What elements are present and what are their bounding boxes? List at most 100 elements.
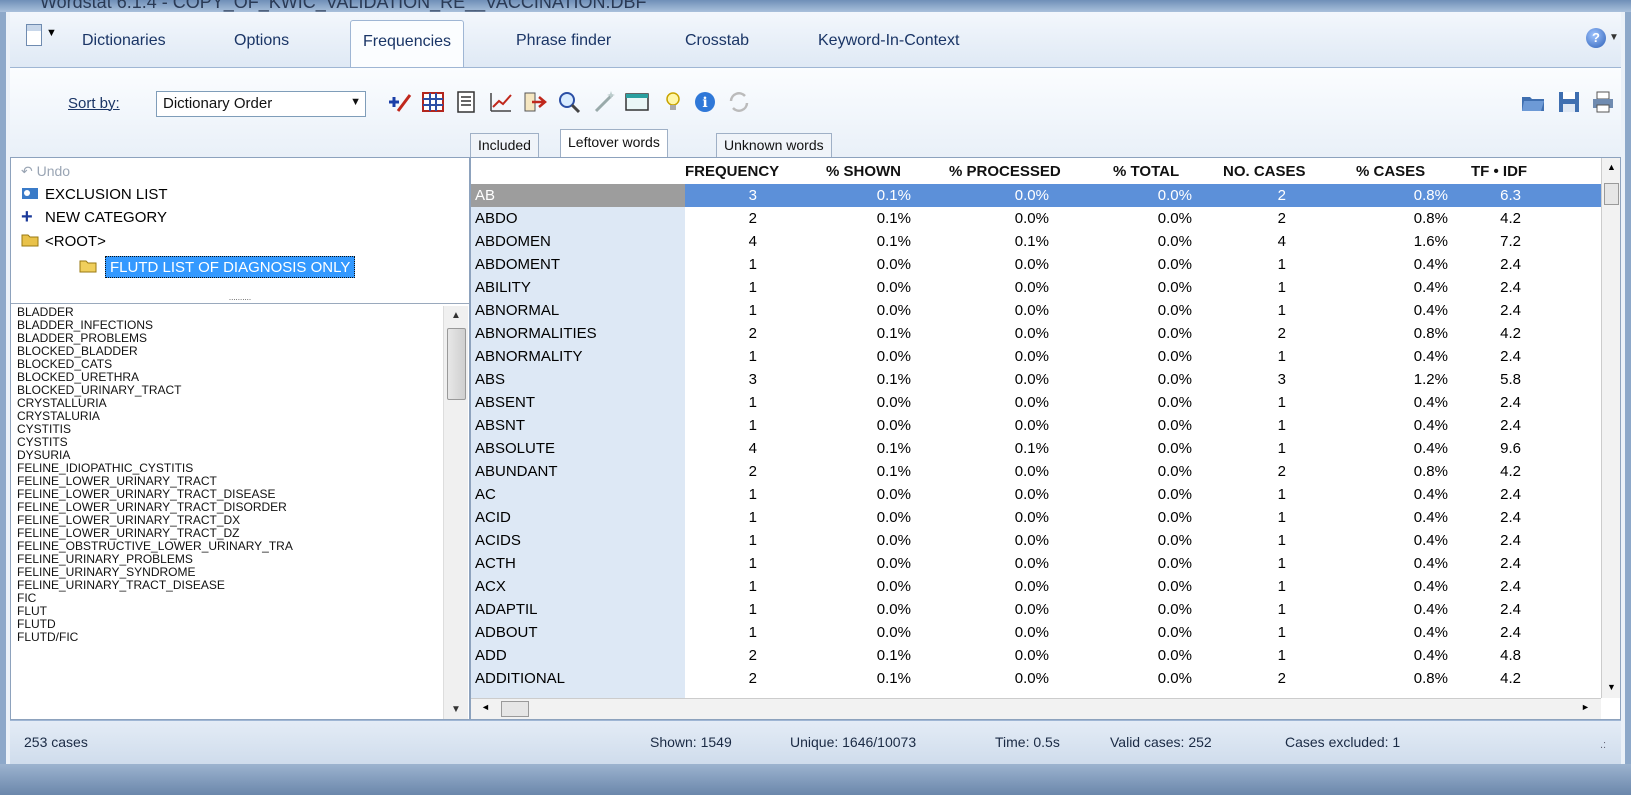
status-bar: 253 cases Shown: 1549 Unique: 1646/10073… xyxy=(10,720,1621,764)
table-row[interactable]: ADD 2 0.1% 0.0% 0.0% 1 0.4% 4.8 xyxy=(471,644,1601,667)
no-cases-cell: 1 xyxy=(1277,624,1286,641)
wand-icon[interactable] xyxy=(592,89,618,115)
folder-open-icon xyxy=(21,234,39,247)
header-pct-total[interactable]: % TOTAL xyxy=(1113,163,1179,180)
tab-dictionaries[interactable]: Dictionaries xyxy=(82,32,166,50)
table-row[interactable]: ACX 1 0.0% 0.0% 0.0% 1 0.4% 2.4 xyxy=(471,575,1601,598)
table-row[interactable]: ABUNDANT 2 0.1% 0.0% 0.0% 2 0.8% 4.2 xyxy=(471,460,1601,483)
word-cell: ABILITY xyxy=(475,279,531,296)
pct-total-cell: 0.0% xyxy=(1157,394,1192,411)
table-row[interactable]: ABDO 2 0.1% 0.0% 0.0% 2 0.8% 4.2 xyxy=(471,207,1601,230)
table-row[interactable]: ADAPTIL 1 0.0% 0.0% 0.0% 1 0.4% 2.4 xyxy=(471,598,1601,621)
no-cases-cell: 1 xyxy=(1277,578,1286,595)
table-icon[interactable] xyxy=(420,89,446,115)
status-time: Time: 0.5s xyxy=(995,734,1060,750)
table-row[interactable]: ABSENT 1 0.0% 0.0% 0.0% 1 0.4% 2.4 xyxy=(471,391,1601,414)
table-row[interactable]: ABSOLUTE 4 0.1% 0.1% 0.0% 1 0.4% 9.6 xyxy=(471,437,1601,460)
category-word-item[interactable]: FIC xyxy=(17,592,437,605)
selected-category[interactable]: FLUTD LIST OF DIAGNOSIS ONLY xyxy=(105,256,356,278)
category-word-list[interactable]: BLADDER BLADDER_INFECTIONS BLADDER_PROBLEM… xyxy=(17,306,437,720)
category-word-item[interactable]: CYSTITIS xyxy=(17,423,437,436)
root-item[interactable]: <ROOT> xyxy=(21,233,106,250)
word-cell: ABDO xyxy=(475,210,518,227)
subtab-leftover-words[interactable]: Leftover words xyxy=(560,129,668,157)
new-category-item[interactable]: + NEW CATEGORY xyxy=(21,207,167,227)
title-bar: Wordstat 6.1.4 - COPY_OF_KWIC_VALIDATION… xyxy=(0,0,1631,12)
table-row[interactable]: ABDOMEN 4 0.1% 0.1% 0.0% 4 1.6% 7.2 xyxy=(471,230,1601,253)
table-row[interactable]: ADDITIONAL 2 0.1% 0.0% 0.0% 2 0.8% 4.2 xyxy=(471,667,1601,690)
tf-idf-cell: 2.4 xyxy=(1500,279,1521,296)
header-pct-shown[interactable]: % SHOWN xyxy=(826,163,901,180)
scroll-down-icon[interactable]: ▼ xyxy=(451,704,461,715)
resize-grip-icon[interactable]: .: xyxy=(1600,739,1606,751)
table-vertical-scrollbar[interactable]: ▲ ▼ xyxy=(1601,158,1620,698)
tab-frequencies[interactable]: Frequencies xyxy=(350,20,465,68)
pct-total-cell: 0.0% xyxy=(1157,371,1192,388)
table-horizontal-scrollbar[interactable]: ◄ ► xyxy=(471,698,1601,719)
list-icon[interactable] xyxy=(454,89,480,115)
table-row[interactable]: ABILITY 1 0.0% 0.0% 0.0% 1 0.4% 2.4 xyxy=(471,276,1601,299)
subtab-included[interactable]: Included xyxy=(470,133,539,157)
header-pct-processed[interactable]: % PROCESSED xyxy=(949,163,1061,180)
pct-processed-cell: 0.0% xyxy=(1014,509,1049,526)
refresh-icon[interactable] xyxy=(726,89,752,115)
exclusion-list-item[interactable]: EXCLUSION LIST xyxy=(21,186,168,203)
chart-icon[interactable] xyxy=(488,89,514,115)
header-tf-idf[interactable]: TF • IDF xyxy=(1471,163,1527,180)
table-row[interactable]: ABS 3 0.1% 0.0% 0.0% 3 1.2% 5.8 xyxy=(471,368,1601,391)
table-row[interactable]: ADBOUT 1 0.0% 0.0% 0.0% 1 0.4% 2.4 xyxy=(471,621,1601,644)
scroll-thumb[interactable] xyxy=(1604,183,1619,205)
open-folder-icon[interactable] xyxy=(1520,89,1546,115)
tab-crosstab[interactable]: Crosstab xyxy=(685,32,749,50)
header-no-cases[interactable]: NO. CASES xyxy=(1223,163,1306,180)
save-icon[interactable] xyxy=(1556,89,1582,115)
info-icon[interactable]: i xyxy=(692,89,718,115)
tab-phrase-finder[interactable]: Phrase finder xyxy=(516,32,611,50)
status-valid-cases: Valid cases: 252 xyxy=(1110,734,1212,750)
table-row[interactable]: ABNORMALITY 1 0.0% 0.0% 0.0% 1 0.4% 2.4 xyxy=(471,345,1601,368)
print-icon[interactable] xyxy=(1590,89,1616,115)
scroll-up-icon[interactable]: ▲ xyxy=(451,310,461,321)
tab-keyword-in-context[interactable]: Keyword-In-Context xyxy=(818,32,959,50)
category-word-item[interactable]: CRYSTALURIA xyxy=(17,410,437,423)
app-menu-button[interactable]: ▼ xyxy=(26,22,60,50)
table-row[interactable]: ABDOMENT 1 0.0% 0.0% 0.0% 1 0.4% 2.4 xyxy=(471,253,1601,276)
pct-processed-cell: 0.1% xyxy=(1014,233,1049,250)
table-row[interactable]: ACTH 1 0.0% 0.0% 0.0% 1 0.4% 2.4 xyxy=(471,552,1601,575)
table-row[interactable]: ACID 1 0.0% 0.0% 0.0% 1 0.4% 2.4 xyxy=(471,506,1601,529)
panel-splitter[interactable]: .......... xyxy=(11,294,469,304)
table-row[interactable]: ABNORMAL 1 0.0% 0.0% 0.0% 1 0.4% 2.4 xyxy=(471,299,1601,322)
table-row[interactable]: ABNORMALITIES 2 0.1% 0.0% 0.0% 2 0.8% 4.2 xyxy=(471,322,1601,345)
category-word-item[interactable]: FLUTD xyxy=(17,618,437,631)
pct-shown-cell: 0.0% xyxy=(876,394,911,411)
no-cases-cell: 1 xyxy=(1277,302,1286,319)
header-frequency[interactable]: FREQUENCY xyxy=(685,163,779,180)
export-arrow-icon[interactable] xyxy=(522,89,548,115)
header-pct-cases[interactable]: % CASES xyxy=(1356,163,1425,180)
table-row[interactable]: ABSNT 1 0.0% 0.0% 0.0% 1 0.4% 2.4 xyxy=(471,414,1601,437)
scroll-thumb[interactable] xyxy=(501,701,529,717)
scroll-thumb[interactable] xyxy=(447,328,466,400)
undo-button[interactable]: ↶ Undo xyxy=(11,158,469,184)
lightbulb-icon[interactable] xyxy=(660,89,686,115)
subtab-unknown-words[interactable]: Unknown words xyxy=(716,133,832,157)
scroll-right-icon[interactable]: ► xyxy=(1581,702,1590,712)
window-icon[interactable] xyxy=(624,89,650,115)
scroll-left-icon[interactable]: ◄ xyxy=(481,702,490,712)
category-scrollbar[interactable]: ▲ ▼ xyxy=(443,306,468,719)
help-icon[interactable]: ? xyxy=(1586,28,1606,48)
table-row[interactable]: AB 3 0.1% 0.0% 0.0% 2 0.8% 6.3 xyxy=(471,184,1601,207)
search-icon[interactable] xyxy=(556,89,582,115)
scroll-up-icon[interactable]: ▲ xyxy=(1607,162,1616,172)
tab-options[interactable]: Options xyxy=(234,32,289,50)
category-word-item[interactable]: FELINE_URINARY_TRACT_DISEASE xyxy=(17,579,437,592)
chevron-down-icon[interactable]: ▼ xyxy=(1609,32,1619,43)
table-row[interactable]: AC 1 0.0% 0.0% 0.0% 1 0.4% 2.4 xyxy=(471,483,1601,506)
table-row[interactable]: ACIDS 1 0.0% 0.0% 0.0% 1 0.4% 2.4 xyxy=(471,529,1601,552)
add-to-category-icon[interactable] xyxy=(386,89,412,115)
sort-by-select[interactable]: Dictionary Order ▼ xyxy=(156,91,366,117)
category-word-item[interactable]: FLUTD/FIC xyxy=(17,631,437,644)
category-word-item[interactable]: FLUT xyxy=(17,605,437,618)
scroll-down-icon[interactable]: ▼ xyxy=(1607,682,1616,692)
category-word-item[interactable]: CYSTITS xyxy=(17,436,437,449)
